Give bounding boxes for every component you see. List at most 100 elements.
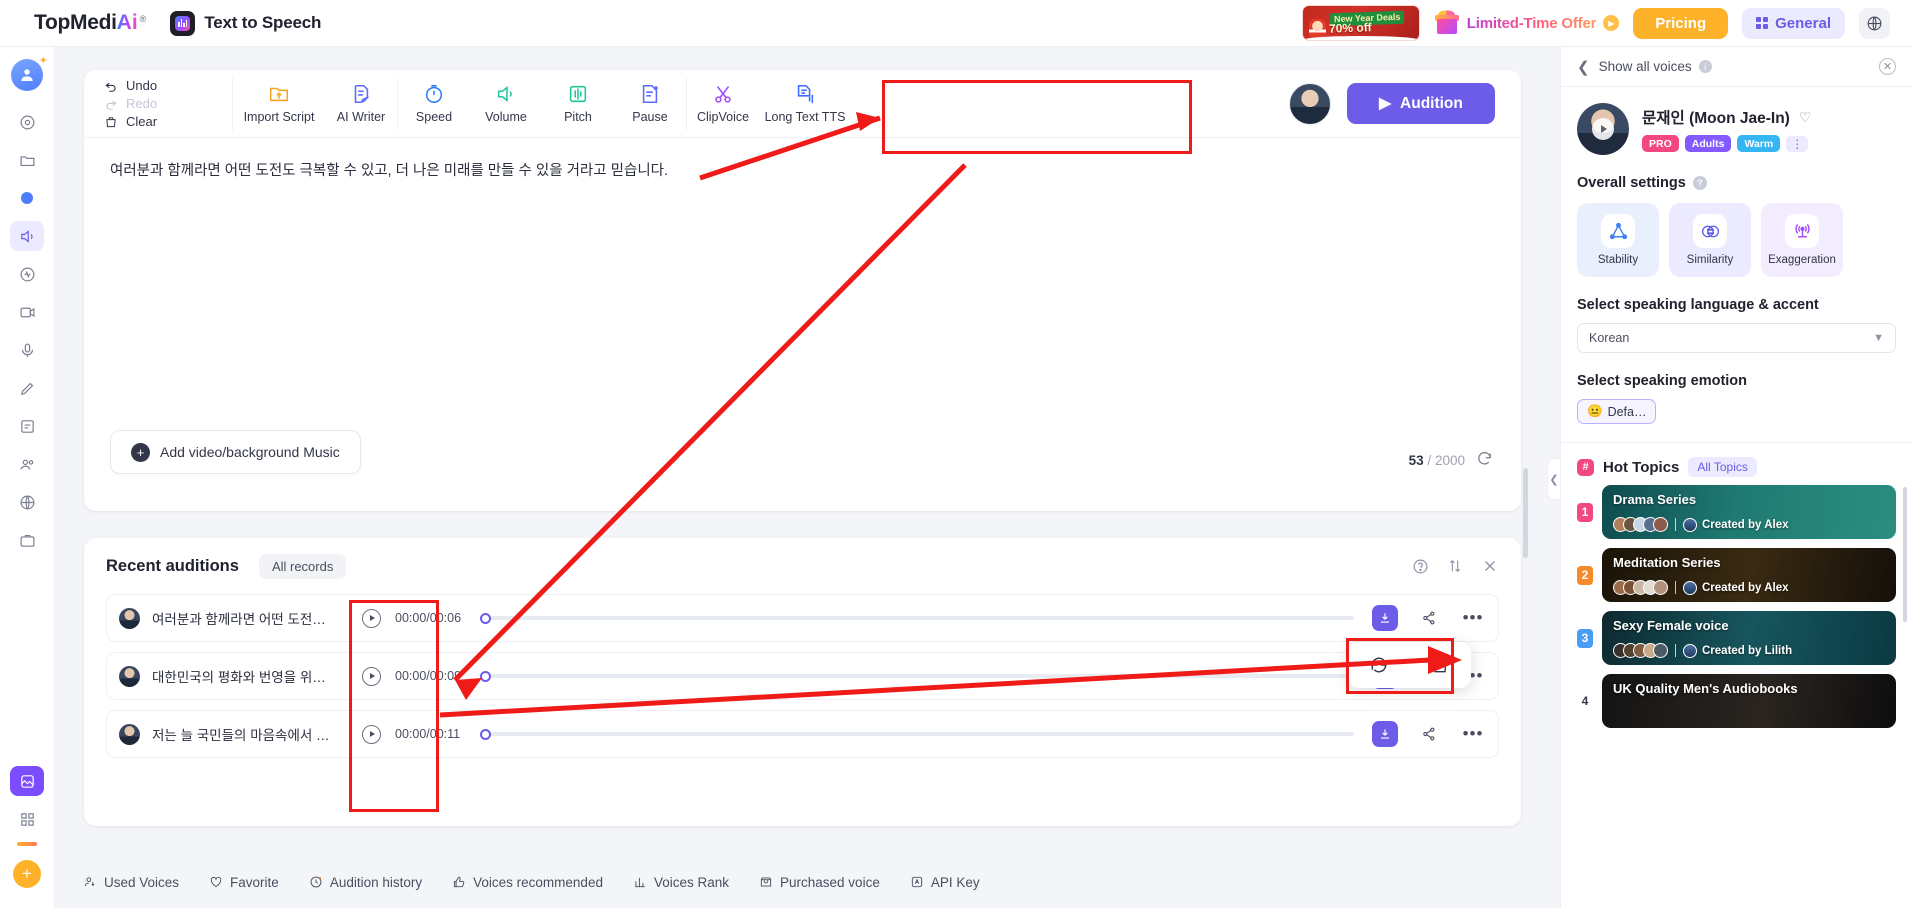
general-button[interactable]: General — [1742, 7, 1845, 39]
sidebar-item-briefcase[interactable] — [10, 525, 44, 555]
voices-rank-button[interactable]: Voices Rank — [633, 875, 729, 890]
slider-handle[interactable] — [480, 612, 491, 624]
help-icon[interactable]: ? — [1692, 176, 1707, 190]
info-icon[interactable]: i — [1698, 60, 1712, 73]
brand-name: TopMedi — [34, 11, 117, 34]
sort-icon[interactable] — [1447, 558, 1463, 574]
sidebar-item-video[interactable] — [10, 297, 44, 327]
emotion-chip[interactable]: 😐 Defa… — [1577, 399, 1657, 424]
pause-button[interactable]: Pause — [614, 83, 686, 124]
play-button[interactable] — [362, 724, 381, 744]
add-background-music-button[interactable]: + Add video/background Music — [110, 430, 361, 474]
selected-voice-avatar[interactable] — [1289, 82, 1331, 125]
download-button[interactable] — [1372, 605, 1398, 631]
table-row[interactable]: 저는 늘 국민들의 마음속에서 … 00:00/00:11 ••• — [106, 710, 1499, 758]
clear-button[interactable]: Clear — [104, 114, 232, 129]
table-row[interactable]: 여러분과 함께라면 어떤 도전… 00:00/00:06 ••• — [106, 594, 1499, 642]
language-select[interactable]: Korean ▼ — [1577, 323, 1896, 353]
audition-history-button[interactable]: Audition history — [309, 875, 422, 890]
topic-card[interactable]: Meditation Series Created by Alex — [1602, 548, 1896, 602]
used-voices-button[interactable]: Used Voices — [83, 875, 179, 890]
speed-button[interactable]: Speed — [398, 83, 470, 124]
share-button[interactable] — [1416, 721, 1442, 747]
new-year-deals-banner[interactable]: New Year Deals 70% off — [1301, 5, 1420, 41]
sidebar-item-status-dot[interactable] — [10, 183, 44, 213]
play-preview-button[interactable] — [1592, 118, 1614, 140]
all-topics-button[interactable]: All Topics — [1688, 457, 1757, 477]
topic-card[interactable]: UK Quality Men's Audiobooks — [1602, 674, 1896, 728]
close-panel-icon[interactable]: ✕ — [1879, 58, 1896, 75]
chevron-left-icon[interactable]: ❮ — [1577, 58, 1590, 76]
language-globe-button[interactable] — [1859, 7, 1890, 39]
script-editor-area[interactable]: 여러분과 함께라면 어떤 도전도 극복할 수 있고, 더 나은 미래를 만들 수… — [84, 138, 1528, 558]
slider-handle[interactable] — [480, 728, 491, 740]
editor-scrollbar[interactable] — [1523, 468, 1528, 558]
sidebar-item-gallery[interactable] — [10, 766, 44, 796]
delete-icon[interactable] — [1430, 655, 1450, 675]
share-button[interactable] — [1416, 605, 1442, 631]
volume-button[interactable]: Volume — [470, 83, 542, 124]
topic-title: Drama Series — [1613, 492, 1697, 507]
topic-card[interactable]: Drama Series Created by Alex — [1602, 485, 1896, 539]
long-text-tts-button[interactable]: Long Text TTS — [759, 83, 851, 124]
list-item[interactable]: 4 UK Quality Men's Audiobooks — [1577, 674, 1896, 728]
progress-slider[interactable] — [480, 670, 1354, 682]
grid-icon — [1756, 17, 1769, 29]
undo-button[interactable]: Undo — [104, 78, 232, 93]
sidebar-item-voice-changer[interactable] — [10, 259, 44, 289]
download-button[interactable] — [1372, 721, 1398, 747]
add-button[interactable]: + — [13, 860, 41, 888]
sidebar-item-team[interactable] — [10, 449, 44, 479]
sidebar-item-folder[interactable] — [10, 145, 44, 175]
list-item[interactable]: 1 Drama Series Created by Alex — [1577, 485, 1896, 539]
api-key-button[interactable]: API Key — [910, 875, 980, 890]
topics-scrollbar[interactable] — [1903, 487, 1907, 622]
pricing-button[interactable]: Pricing — [1633, 7, 1729, 39]
chevron-right-icon: ▶ — [1603, 15, 1620, 31]
ai-writer-button[interactable]: AI Writer — [325, 83, 397, 124]
topic-card[interactable]: Sexy Female voice Created by Lilith — [1602, 611, 1896, 665]
more-options-button[interactable]: ••• — [1460, 605, 1486, 631]
sidebar-item-write[interactable] — [10, 373, 44, 403]
purchased-voice-button[interactable]: Purchased voice — [759, 875, 880, 890]
redo-button[interactable]: Redo — [104, 96, 232, 111]
stability-setting[interactable]: Stability — [1577, 203, 1659, 277]
show-all-voices-link[interactable]: Show all voices — [1599, 59, 1692, 74]
refresh-icon[interactable] — [1476, 450, 1493, 470]
list-item[interactable]: 2 Meditation Series Created by Alex — [1577, 548, 1896, 602]
sidebar-item-text-to-speech[interactable] — [10, 221, 44, 251]
progress-slider[interactable] — [480, 728, 1354, 740]
pitch-button[interactable]: Pitch — [542, 83, 614, 124]
play-button[interactable] — [362, 666, 381, 686]
more-tags-button[interactable]: ⋮ — [1786, 135, 1809, 152]
heart-icon[interactable]: ♡ — [1799, 109, 1812, 126]
regenerate-icon[interactable] — [1369, 655, 1389, 675]
sidebar-item-translate[interactable] — [10, 487, 44, 517]
close-icon[interactable] — [1481, 557, 1499, 575]
collapse-panel-handle[interactable]: ❮ — [1547, 458, 1560, 500]
avatar[interactable]: ✦ — [11, 55, 48, 91]
sidebar-item-apps[interactable] — [10, 804, 44, 834]
help-icon[interactable] — [1412, 558, 1429, 575]
favorite-button[interactable]: Favorite — [209, 875, 279, 890]
sidebar-item-subtitle[interactable] — [10, 411, 44, 441]
script-text[interactable]: 여러분과 함께라면 어떤 도전도 극복할 수 있고, 더 나은 미래를 만들 수… — [110, 160, 1495, 183]
clipvoice-button[interactable]: ClipVoice — [687, 83, 759, 124]
list-item[interactable]: 3 Sexy Female voice Created by Lilith — [1577, 611, 1896, 665]
exaggeration-setting[interactable]: Exaggeration — [1761, 203, 1843, 277]
brand-logo[interactable]: TopMedi Ai ® — [34, 11, 146, 35]
play-button[interactable] — [362, 608, 381, 628]
sidebar-item-record[interactable] — [10, 335, 44, 365]
similarity-setting[interactable]: Similarity — [1669, 203, 1751, 277]
slider-handle[interactable] — [480, 670, 491, 682]
progress-slider[interactable] — [480, 612, 1354, 624]
avatar — [1683, 580, 1697, 595]
import-script-button[interactable]: Import Script — [233, 83, 325, 124]
audition-button[interactable]: ▶ Audition — [1347, 83, 1495, 124]
more-options-button[interactable]: ••• — [1460, 721, 1486, 747]
limited-time-offer-link[interactable]: Limited-Time Offer ▶ — [1434, 10, 1620, 35]
table-row[interactable]: 대한민국의 평화와 번영을 위… 00:00/00:09 ••• — [106, 652, 1499, 700]
all-records-button[interactable]: All records — [258, 553, 347, 579]
sidebar-item-dashboard[interactable] — [10, 107, 44, 137]
voices-recommended-button[interactable]: Voices recommended — [452, 875, 603, 890]
